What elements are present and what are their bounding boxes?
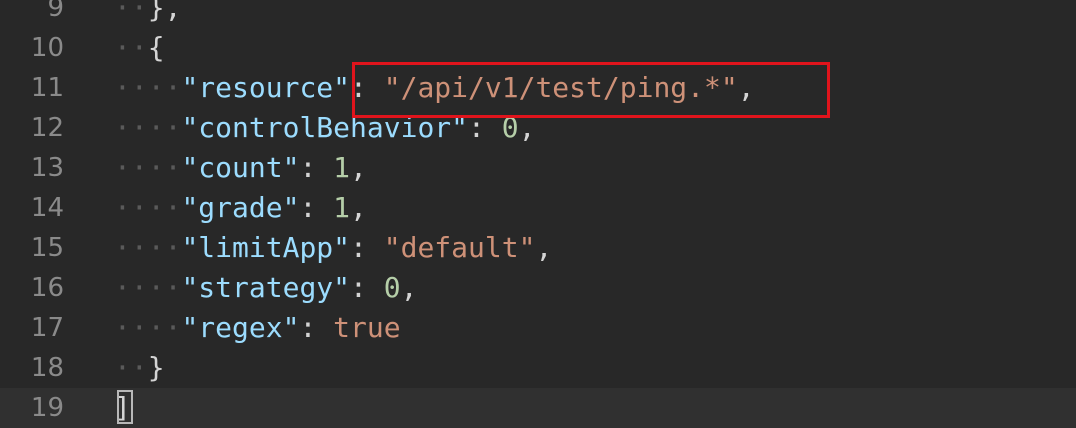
code-token: , [400,271,418,304]
code-token: 1 [333,151,351,184]
code-line[interactable]: 18 ··} [0,348,1076,388]
code-token: : [299,151,334,184]
code-line[interactable]: 13 ····"count": 1, [0,148,1076,188]
whitespace-marker: ···· [114,71,182,104]
code-token: "default" [383,231,536,264]
line-content: ··}, [114,0,181,28]
code-token: , [350,151,367,184]
code-token: "regex" [181,311,300,344]
whitespace-marker: ···· [114,311,182,344]
line-number: 12 [30,113,64,143]
line-number: 19 [30,393,64,423]
code-token: "resource" [181,71,351,104]
code-token: 1 [333,191,351,224]
code-line[interactable]: 9 ··}, [0,0,1076,28]
code-line[interactable]: 17 ····"regex": true [0,308,1076,348]
code-line[interactable]: 16 ····"strategy": 0, [0,268,1076,308]
whitespace-marker: ···· [114,111,182,144]
line-number: 15 [30,233,64,263]
code-editor[interactable]: 9 ··}, 10 ··{11 ····"resource": "/api/v1/tes… [0,0,1076,428]
code-token: }, [147,0,182,24]
code-token: , [535,231,553,264]
code-token: "count" [181,151,300,184]
line-content: ····"limitApp": "default", [114,228,552,268]
code-token: : [299,191,334,224]
whitespace-marker: ···· [114,271,182,304]
code-token: "strategy" [181,271,351,304]
code-token: : [350,271,384,304]
code-token: true [333,311,401,344]
whitespace-marker: ·· [114,31,148,64]
line-number: 11 [30,73,64,103]
whitespace-marker: ···· [114,151,182,184]
whitespace-marker: ···· [114,231,182,264]
line-number: 13 [30,153,64,183]
code-line[interactable]: 14 ····"grade": 1, [0,188,1076,228]
line-number: 10 [30,33,64,63]
whitespace-marker: ···· [114,191,182,224]
code-token: 0 [383,271,401,304]
code-token: : [350,231,384,264]
code-token: : [299,311,334,344]
line-number: 16 [30,273,64,303]
bracket-match-cursor [117,390,133,424]
whitespace-marker: ·· [114,351,148,384]
whitespace-marker: ·· [114,0,148,24]
line-number: 9 [47,0,64,23]
highlight-annotation-box [352,62,830,118]
code-token: "grade" [181,191,300,224]
line-number: 17 [30,313,64,343]
line-content: ····"grade": 1, [114,188,367,228]
line-content: ····"regex": true [114,308,401,348]
code-line[interactable]: 15 ····"limitApp": "default", [0,228,1076,268]
line-content: ····"strategy": 0, [114,268,417,308]
line-number: 18 [30,353,64,383]
code-token: } [147,351,165,384]
code-token: , [350,191,367,224]
code-line[interactable]: 19] [0,388,1076,428]
code-token: { [147,31,165,64]
code-token: "limitApp" [181,231,351,264]
line-content: ··} [114,348,165,388]
line-content: ····"count": 1, [114,148,367,188]
line-number: 14 [30,193,64,223]
line-content: ··{ [114,28,165,68]
